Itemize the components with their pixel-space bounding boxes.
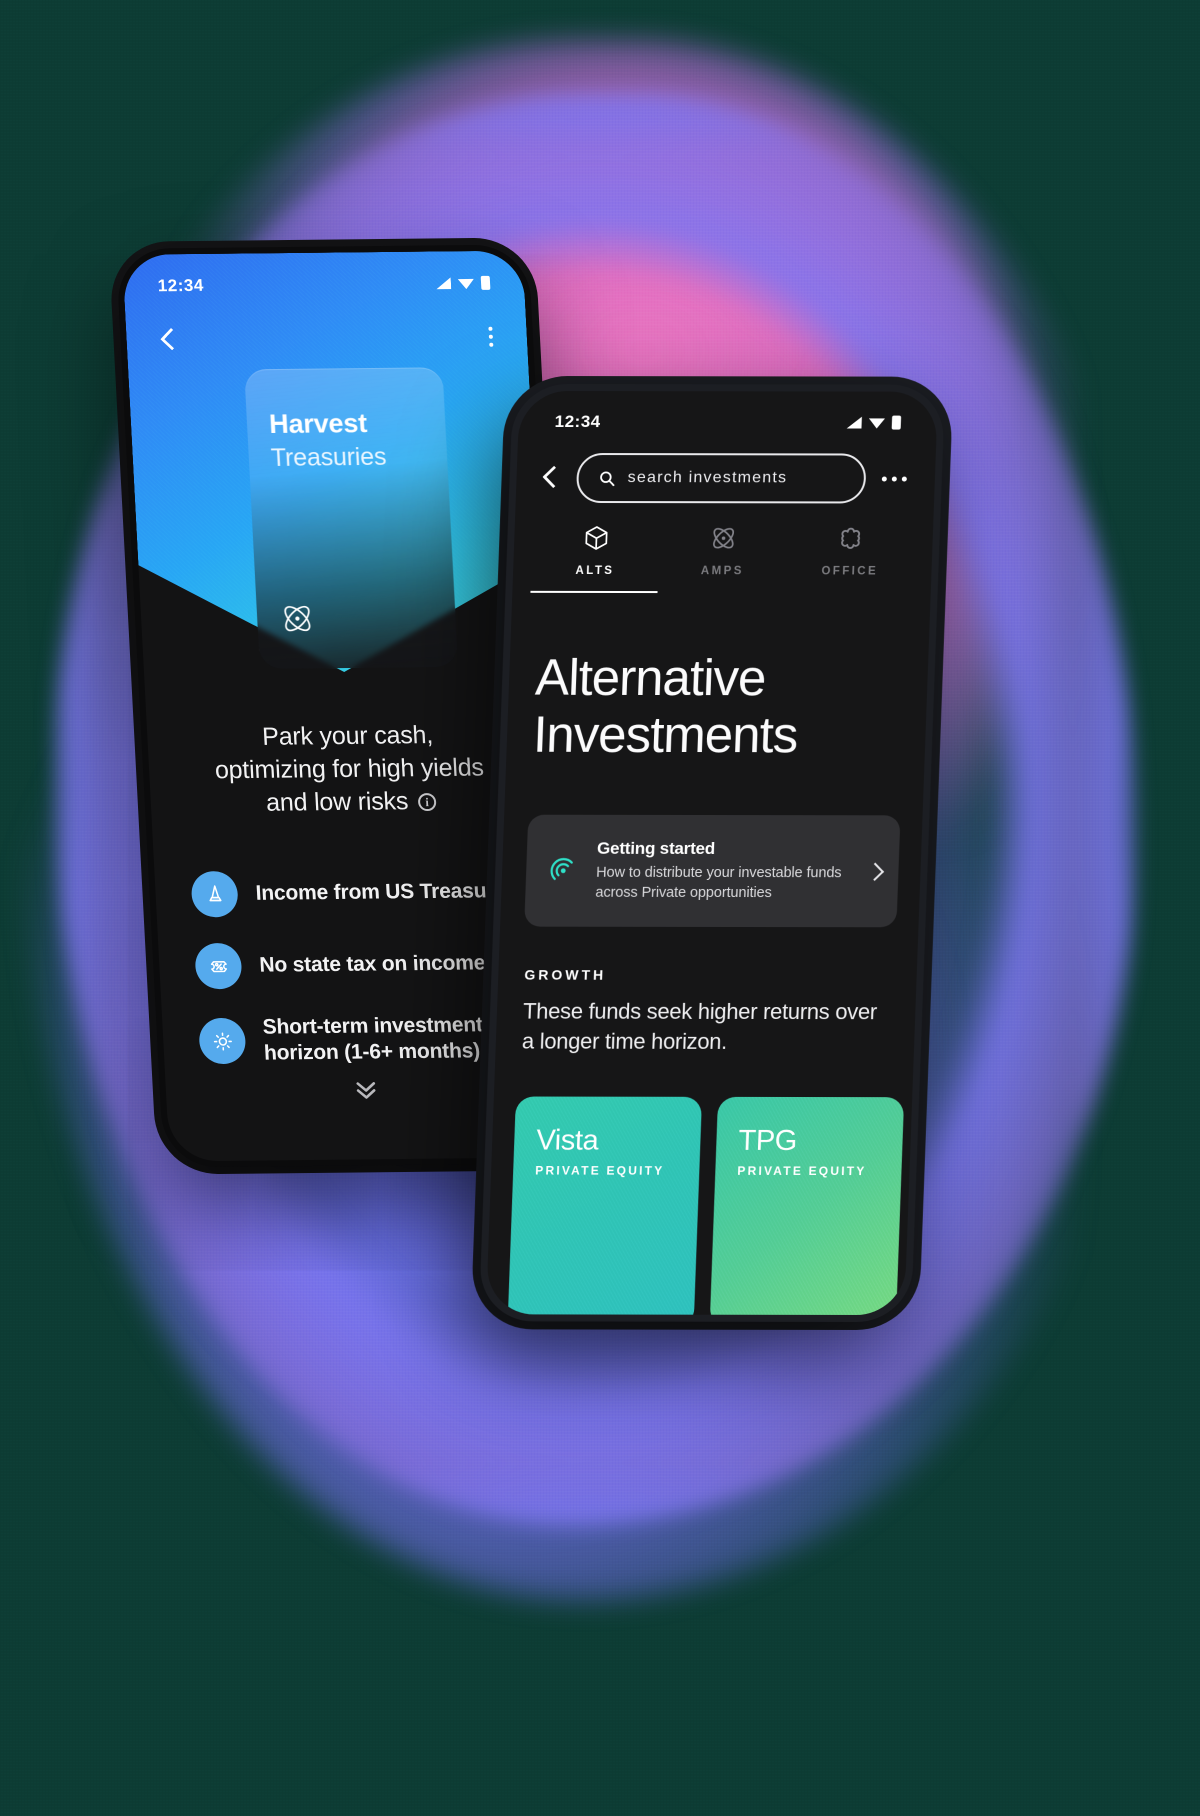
sun-icon — [198, 1017, 247, 1065]
lead-line-1: Park your cash, — [261, 721, 434, 751]
fund-card-vista[interactable]: Vista PRIVATE EQUITY — [507, 1096, 703, 1316]
wifi-icon — [869, 417, 885, 429]
cube-icon — [585, 526, 608, 550]
status-icons — [847, 415, 902, 430]
status-icons — [436, 275, 491, 291]
status-time: 12:34 — [554, 411, 602, 432]
left-nav-row — [126, 322, 528, 354]
battery-icon — [891, 415, 902, 430]
feature-label-line-1: Short-term investment — [262, 1013, 484, 1039]
tax-ticket-icon — [194, 942, 243, 990]
search-header: search investments — [516, 453, 936, 504]
lead-copy: Park your cash, optimizing for high yiel… — [171, 718, 528, 821]
right-status-bar: 12:34 — [518, 391, 939, 454]
search-icon — [600, 471, 615, 486]
flower-icon — [841, 527, 861, 549]
fund-card-tpg[interactable]: TPG PRIVATE EQUITY — [709, 1096, 905, 1316]
monument-icon — [190, 871, 239, 918]
feature-label: Income from US Treasuries — [255, 878, 524, 905]
chevron-right-icon[interactable] — [868, 861, 881, 881]
battery-icon — [480, 275, 491, 290]
getting-started-text: Getting started How to distribute your i… — [595, 839, 854, 904]
search-input[interactable]: search investments — [575, 453, 867, 504]
harvest-treasuries-card[interactable]: Harvest Treasuries — [244, 367, 459, 669]
getting-started-heading: Getting started — [596, 838, 716, 858]
card-noise-texture — [507, 1096, 703, 1316]
getting-started-card[interactable]: Getting started How to distribute your i… — [524, 814, 901, 928]
tab-label: OFFICE — [821, 565, 879, 578]
tab-label: AMPS — [700, 565, 744, 578]
back-button[interactable] — [160, 326, 179, 354]
right-phone-mockup: 12:34 search investments ALTS AMPS OFFIC… — [478, 383, 946, 1323]
signal-icon — [847, 417, 862, 429]
info-circle-icon[interactable] — [417, 792, 437, 812]
tab-label: ALTS — [575, 564, 615, 577]
card-subtitle: Treasuries — [270, 442, 387, 472]
wifi-icon — [458, 277, 475, 289]
page-title-line-2: Investments — [532, 705, 799, 764]
tab-office[interactable]: OFFICE — [785, 523, 915, 593]
card-title: Harvest — [268, 408, 368, 440]
status-time: 12:34 — [157, 275, 205, 296]
signal-icon — [436, 277, 452, 289]
atom-icon — [713, 527, 735, 549]
overflow-menu-button[interactable] — [488, 326, 494, 347]
page-title-line-1: Alternative — [534, 648, 767, 707]
lead-line-2: optimizing for high yields — [214, 753, 485, 785]
card-noise-texture — [709, 1096, 905, 1316]
back-button[interactable] — [542, 464, 561, 492]
search-placeholder: search investments — [627, 469, 788, 487]
atom-icon — [278, 600, 316, 636]
more-horizontal-icon[interactable] — [881, 476, 907, 482]
lead-line-3: and low risks — [265, 787, 409, 817]
getting-started-body: How to distribute your investable funds … — [595, 864, 842, 901]
tab-amps[interactable]: AMPS — [658, 523, 788, 593]
left-status-bar: 12:34 — [122, 251, 526, 319]
section-description: These funds seek higher returns over a l… — [521, 998, 878, 1054]
tab-alts[interactable]: ALTS — [530, 522, 661, 594]
tab-bar: ALTS AMPS OFFICE — [512, 522, 933, 594]
section-label: GROWTH — [524, 966, 607, 983]
fund-carousel[interactable]: Vista PRIVATE EQUITY TPG PRIVATE EQUITY — [507, 1096, 939, 1316]
feature-label: No state tax on income — [258, 951, 486, 977]
feature-item: Income from US Treasuries — [190, 868, 537, 918]
right-phone-screen: 12:34 search investments ALTS AMPS OFFIC… — [485, 390, 939, 1316]
page-title: Alternative Investments — [532, 649, 908, 764]
broadcast-icon — [546, 851, 581, 890]
feature-item: No state tax on income — [194, 940, 541, 990]
feature-label: Short-term investment horizon (1-6+ mont… — [262, 1012, 485, 1066]
feature-label-line-2: horizon (1-6+ months) — [263, 1039, 481, 1065]
